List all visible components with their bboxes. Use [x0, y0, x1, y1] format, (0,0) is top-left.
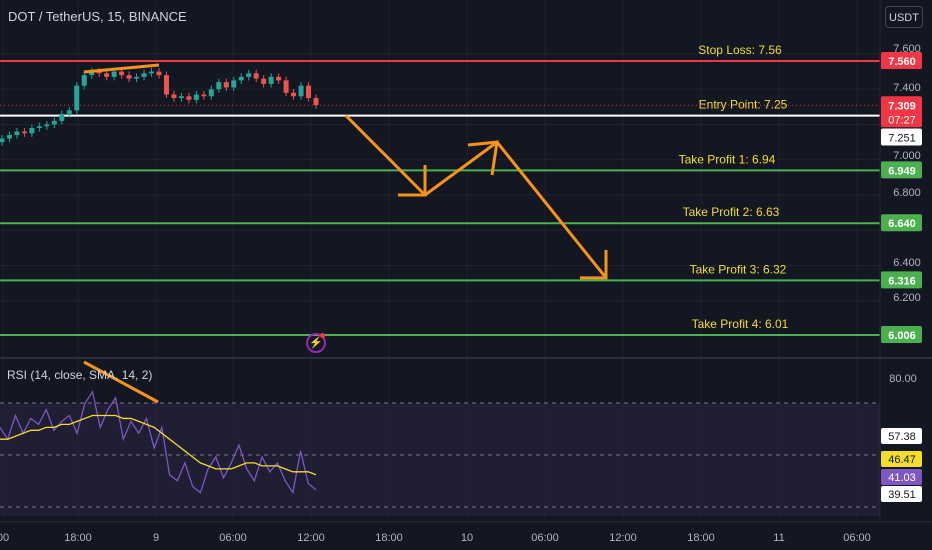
candle: [171, 94, 177, 99]
candle: [276, 76, 282, 81]
candle: [51, 120, 57, 125]
candle: [141, 73, 147, 77]
rsi-tick-label: 80.00: [889, 373, 917, 385]
rsi-value-tag-text: 57.38: [888, 431, 916, 443]
candle: [134, 76, 140, 79]
x-tick-label: 12:00: [609, 532, 637, 544]
x-tick-label: 18:00: [687, 532, 715, 544]
level-price-tag-text: 7.560: [888, 56, 916, 68]
x-tick-label: 11: [773, 532, 784, 544]
level-label: Stop Loss: 7.56: [698, 43, 782, 57]
y-tick-label: 7.400: [893, 82, 921, 94]
level-label: Take Profit 3: 6.32: [690, 262, 787, 276]
candle: [156, 71, 162, 76]
level-price-tag-text: 6.316: [888, 275, 916, 287]
x-tick-label: 18:00: [64, 532, 92, 544]
candle: [111, 71, 117, 77]
candle: [193, 94, 199, 100]
symbol-header: DOT / TetherUS, 15, BINANCE: [8, 9, 187, 24]
candle: [74, 85, 80, 111]
rsi-label: RSI (14, close, SMA, 14, 2): [7, 368, 153, 382]
rsi-value-tag-text: 46.47: [888, 454, 916, 466]
candle: [44, 124, 50, 127]
candle: [104, 73, 110, 77]
level-price-tag-text: 6.949: [888, 165, 916, 177]
x-tick-label: 12:00: [297, 532, 325, 544]
pre-entry-tag-text: 7.251: [888, 132, 916, 144]
y-tick-label: 6.800: [893, 187, 921, 199]
x-tick-label: 06:00: [531, 532, 559, 544]
rsi-value-tag-text: 39.51: [888, 489, 916, 501]
level-label: Take Profit 2: 6.63: [683, 205, 780, 219]
x-tick-label: 06:00: [219, 532, 247, 544]
projection-path: [344, 114, 608, 279]
x-tick-label: 06:00: [843, 532, 871, 544]
level-label: Take Profit 1: 6.94: [679, 152, 776, 166]
candle: [119, 71, 125, 76]
rsi-value-tag-text: 41.03: [888, 472, 916, 484]
candle: [29, 128, 35, 134]
x-tick-label: 9: [153, 532, 159, 544]
candle: [313, 98, 319, 106]
rsi-band: [0, 403, 880, 516]
countdown-tag-text: 07:27: [888, 114, 916, 126]
y-tick-label: 6.400: [893, 257, 921, 269]
candle: [178, 96, 184, 99]
candle: [298, 85, 304, 97]
level-price-tag-text: 6.006: [888, 330, 916, 342]
candle: [59, 113, 65, 121]
candle: [163, 75, 169, 95]
candle: [291, 92, 297, 97]
candle: [126, 75, 132, 79]
candle: [246, 73, 252, 77]
candle: [223, 82, 229, 88]
candle: [149, 71, 155, 74]
last-price-tag-text: 7.309: [888, 100, 916, 112]
candle: [216, 82, 222, 90]
candle: [0, 138, 5, 143]
level-label: Take Profit 4: 6.01: [692, 317, 789, 331]
candle: [283, 80, 289, 93]
x-tick-label: 18:00: [375, 532, 403, 544]
candle: [36, 126, 42, 129]
y-tick-label: 7.000: [893, 150, 921, 162]
candle: [14, 131, 20, 136]
candle: [186, 96, 192, 100]
chart-canvas: 00 18:00 9 06:00 12:00 18:00 10 06:00 12:00 18:00…: [0, 0, 932, 544]
notification-dot-icon: [320, 333, 325, 338]
candle: [201, 94, 207, 97]
candle: [231, 80, 237, 88]
candle: [238, 76, 244, 81]
level-label: Entry Point: 7.25: [699, 98, 788, 112]
candle: [306, 85, 312, 99]
level-price-tag-text: 6.640: [888, 218, 916, 230]
candle: [21, 131, 27, 134]
candle: [261, 78, 267, 84]
candle: [66, 110, 72, 114]
x-tick-label: 00: [0, 532, 9, 544]
candle: [268, 76, 274, 84]
currency-button[interactable]: USDT: [885, 6, 923, 28]
x-tick-label: 10: [461, 532, 473, 544]
candle: [81, 75, 87, 86]
candle: [208, 89, 214, 97]
trading-chart: 00 18:00 9 06:00 12:00 18:00 10 06:00 12:00 18:00…: [0, 0, 932, 550]
candle: [6, 135, 12, 139]
candle: [253, 73, 259, 79]
y-tick-label: 6.200: [893, 292, 921, 304]
